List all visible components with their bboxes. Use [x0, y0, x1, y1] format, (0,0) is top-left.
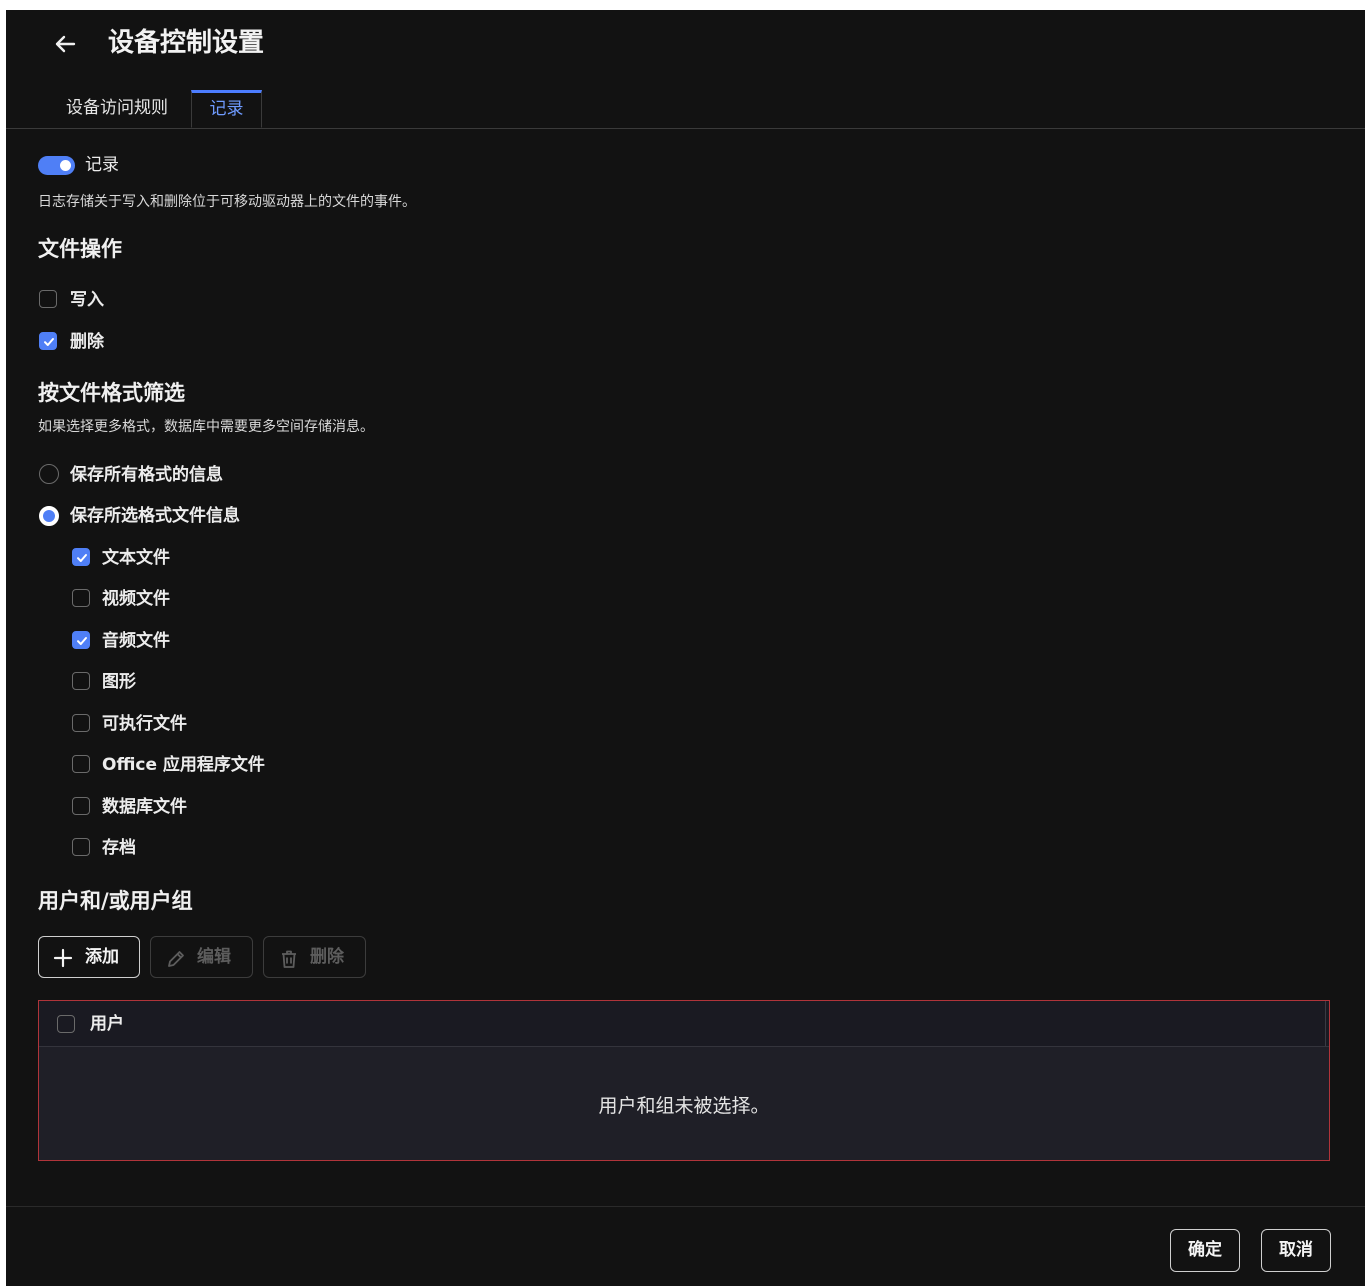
ok-button[interactable]: 确定: [1170, 1229, 1240, 1272]
arrow-left-icon: [55, 35, 76, 53]
logging-toggle[interactable]: [38, 156, 75, 175]
format-graphics-label: 图形: [102, 672, 136, 692]
users-heading: 用户和/或用户组: [38, 889, 193, 913]
delete-button-label: 删除: [310, 947, 344, 967]
footer: 确定 取消: [6, 1206, 1365, 1286]
column-resize-handle[interactable]: [1325, 1001, 1326, 1046]
all-formats-label: 保存所有格式的信息: [70, 465, 223, 485]
selected-formats-radio[interactable]: [39, 506, 59, 526]
write-checkbox[interactable]: [39, 290, 57, 308]
format-graphics-checkbox[interactable]: [72, 672, 90, 690]
selected-formats-label: 保存所选格式文件信息: [70, 506, 240, 526]
format-filter-description: 如果选择更多格式，数据库中需要更多空间存储消息。: [38, 419, 374, 435]
page-title: 设备控制设置: [108, 28, 265, 58]
add-button[interactable]: 添加: [38, 936, 140, 978]
format-filter-heading: 按文件格式筛选: [38, 381, 185, 405]
edit-button-label: 编辑: [197, 947, 231, 967]
all-formats-radio[interactable]: [39, 464, 59, 484]
checkmark-icon: [77, 637, 87, 645]
users-table: 用户 用户和组未被选择。: [38, 1000, 1330, 1161]
trash-icon: [282, 950, 296, 968]
format-archive-label: 存档: [102, 838, 136, 858]
format-video-label: 视频文件: [102, 589, 170, 609]
add-button-label: 添加: [85, 947, 119, 967]
format-text-label: 文本文件: [102, 548, 170, 568]
delete-checkbox[interactable]: [39, 332, 57, 350]
select-all-checkbox[interactable]: [57, 1015, 75, 1033]
pencil-icon: [168, 951, 184, 967]
logging-description: 日志存储关于写入和删除位于可移动驱动器上的文件的事件。: [38, 194, 416, 210]
back-button[interactable]: [52, 28, 80, 60]
cancel-button[interactable]: 取消: [1261, 1229, 1331, 1272]
format-video-checkbox[interactable]: [72, 589, 90, 607]
tab-bar: 设备访问规则 记录: [6, 90, 1365, 129]
table-header: 用户: [39, 1001, 1329, 1047]
format-office-checkbox[interactable]: [72, 755, 90, 773]
write-label: 写入: [70, 290, 104, 310]
user-column-header[interactable]: 用户: [90, 1013, 124, 1035]
format-database-checkbox[interactable]: [72, 797, 90, 815]
checkmark-icon: [77, 554, 87, 562]
checkmark-icon: [44, 338, 54, 346]
logging-toggle-label: 记录: [85, 155, 119, 175]
format-executable-checkbox[interactable]: [72, 714, 90, 732]
empty-state-text: 用户和组未被选择。: [598, 1095, 770, 1117]
tab-device-access-rules[interactable]: 设备访问规则: [66, 90, 190, 128]
format-office-label: Office 应用程序文件: [102, 755, 265, 775]
header: 设备控制设置: [6, 10, 1365, 80]
tab-logging[interactable]: 记录: [191, 90, 262, 128]
format-archive-checkbox[interactable]: [72, 838, 90, 856]
plus-icon: [53, 948, 73, 968]
delete-button[interactable]: 删除: [263, 936, 366, 978]
format-executable-label: 可执行文件: [102, 714, 187, 734]
settings-window: 设备控制设置 设备访问规则 记录 记录 日志存储关于写入和删除位于可移动驱动器上…: [6, 10, 1365, 1286]
file-operations-heading: 文件操作: [38, 237, 122, 261]
delete-label: 删除: [70, 332, 104, 352]
format-audio-checkbox[interactable]: [72, 631, 90, 649]
format-database-label: 数据库文件: [102, 797, 187, 817]
edit-button[interactable]: 编辑: [150, 936, 253, 978]
format-audio-label: 音频文件: [102, 631, 170, 651]
format-text-checkbox[interactable]: [72, 548, 90, 566]
